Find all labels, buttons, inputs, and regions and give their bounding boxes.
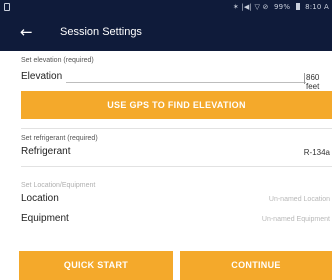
elevation-section-label: Set elevation (required) — [21, 57, 94, 64]
quick-start-button[interactable]: QUICK START — [19, 251, 173, 280]
elevation-input-underline — [66, 82, 306, 83]
location-equipment-section-label: Set Location/Equipment — [21, 182, 96, 189]
clock: 8:10 A — [305, 3, 329, 11]
status-bar: ✶ |◀| ▽ ⊘ 99% 8:10 A — [0, 0, 332, 15]
back-arrow-icon[interactable]: ← — [20, 23, 33, 41]
page-title: Session Settings — [60, 26, 142, 38]
elevation-label: Elevation — [21, 71, 63, 82]
divider — [21, 128, 332, 129]
equipment-label: Equipment — [21, 213, 69, 224]
location-label: Location — [21, 193, 59, 204]
refrigerant-value[interactable]: R-134a — [304, 148, 330, 157]
app-bar: ← Session Settings — [0, 15, 332, 51]
divider — [21, 166, 332, 167]
continue-button[interactable]: CONTINUE — [180, 251, 332, 280]
signal-icons: ✶ |◀| ▽ ⊘ — [232, 3, 269, 11]
battery-level: 99% — [274, 3, 291, 11]
use-gps-button[interactable]: USE GPS TO FIND ELEVATION — [21, 91, 332, 119]
system-status: ✶ |◀| ▽ ⊘ 99% 8:10 A — [230, 3, 329, 11]
battery-icon — [295, 3, 300, 10]
equipment-value[interactable]: Un-named Equipment — [262, 216, 330, 223]
location-value[interactable]: Un-named Location — [269, 196, 330, 203]
notification-icon — [4, 3, 10, 11]
refrigerant-label: Refrigerant — [21, 146, 71, 157]
elevation-input[interactable]: 860 feet — [304, 73, 332, 91]
refrigerant-section-label: Set refrigerant (required) — [21, 135, 98, 142]
